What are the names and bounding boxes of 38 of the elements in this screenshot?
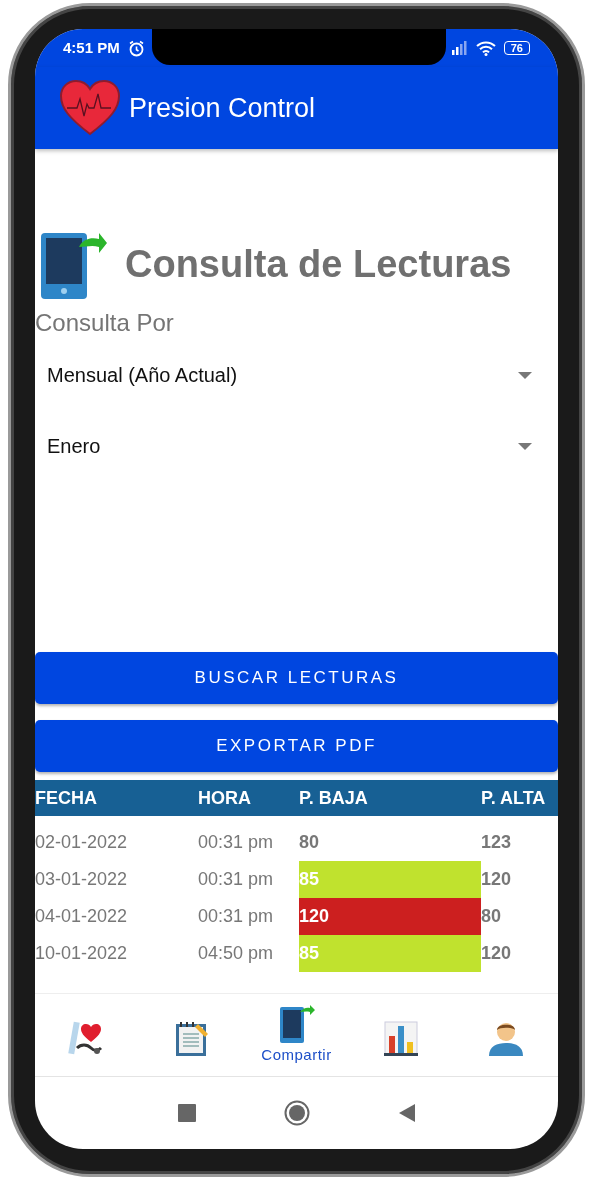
table-cell-text: 04-01-2022: [35, 905, 129, 928]
table-cell-text: 120: [481, 942, 513, 965]
column-header: P. BAJA: [299, 786, 369, 810]
table-cell-text: 00:31 pm: [198, 868, 275, 891]
table-cell: 85: [299, 935, 481, 972]
field-label: Consulta Por: [35, 308, 175, 338]
column-header: P. ALTA: [481, 786, 547, 810]
export-button[interactable]: EXPORTAR PDF: [35, 720, 558, 772]
recents-button[interactable]: [177, 1104, 196, 1122]
table-cell-text: 123: [481, 831, 513, 854]
dropdown[interactable]: Mensual (Año Actual): [35, 345, 558, 405]
heart-icon: [59, 80, 121, 136]
home-button[interactable]: [283, 1100, 310, 1126]
table-cell-text: 00:31 pm: [198, 831, 275, 854]
table-cell: 85: [299, 861, 481, 898]
column-header: FECHA: [35, 786, 98, 810]
search-button[interactable]: BUSCAR LECTURAS: [35, 652, 558, 704]
table-cell-text: 10-01-2022: [35, 942, 129, 965]
clock-time: 4:51 PM: [63, 37, 120, 58]
battery-icon: 76: [503, 41, 530, 55]
alarm-icon: [127, 39, 145, 57]
table-cell-text: 80: [299, 831, 321, 854]
wifi-icon: [475, 40, 496, 56]
page-heading: Consulta de Lecturas: [125, 241, 512, 287]
app-title: Presion Control: [129, 91, 316, 125]
signal-icon: [451, 41, 468, 55]
back-button[interactable]: [397, 1103, 416, 1123]
column-header: HORA: [198, 786, 252, 810]
caret-icon: [518, 442, 532, 450]
table-cell-text: 120: [481, 868, 513, 891]
dropdown[interactable]: Enero: [35, 416, 558, 476]
table-cell-text: 80: [481, 905, 503, 928]
table-cell-text: 00:31 pm: [198, 905, 275, 928]
table-cell-text: 02-01-2022: [35, 831, 129, 854]
caret-icon: [518, 371, 532, 379]
table-cell-text: 04:50 pm: [198, 942, 275, 965]
table-cell-text: 03-01-2022: [35, 868, 129, 891]
table-cell: 120: [299, 898, 481, 935]
